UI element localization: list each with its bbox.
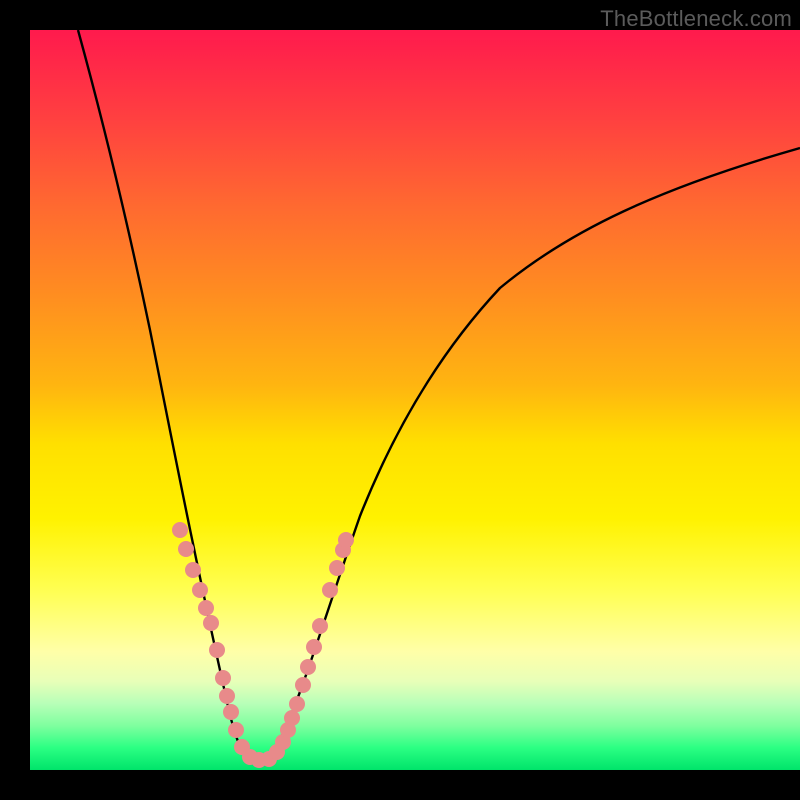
main-curve	[78, 30, 800, 761]
markers-right	[261, 532, 354, 767]
plot-area	[30, 30, 800, 770]
markers-left	[172, 522, 267, 768]
chart-frame: TheBottleneck.com	[0, 0, 800, 800]
watermark-text: TheBottleneck.com	[600, 6, 792, 32]
chart-svg	[30, 30, 800, 770]
